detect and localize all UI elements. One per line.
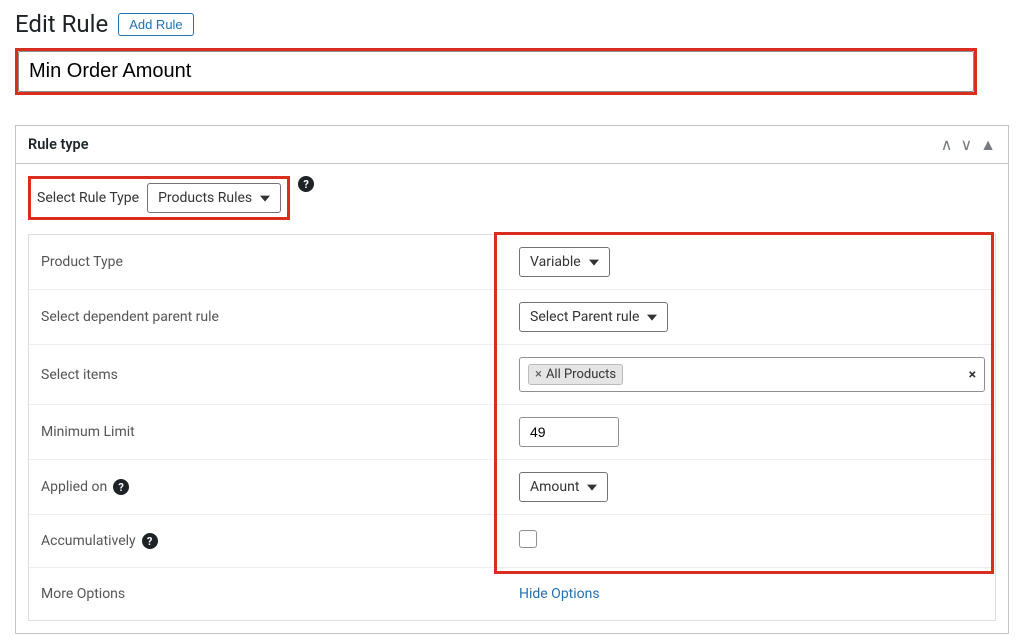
row-more-options: More Options Hide Options <box>29 568 995 620</box>
parent-rule-selected: Select Parent rule <box>530 309 639 325</box>
help-icon[interactable]: ? <box>142 533 158 549</box>
min-limit-input[interactable] <box>519 417 619 447</box>
label-more-options: More Options <box>29 568 509 620</box>
help-icon[interactable]: ? <box>113 479 129 495</box>
header-row: Edit Rule Add Rule <box>15 10 1009 38</box>
remove-tag-icon[interactable]: × <box>535 367 542 382</box>
tag-label: All Products <box>546 367 616 382</box>
row-accumulatively: Accumulatively ? <box>29 515 995 568</box>
product-type-select[interactable]: Variable <box>519 247 610 277</box>
rule-name-highlight <box>15 48 977 95</box>
applied-on-select[interactable]: Amount <box>519 472 608 502</box>
rule-type-label: Select Rule Type <box>37 190 139 206</box>
row-select-items: Select items × All Products × <box>29 345 995 405</box>
rule-type-selected: Products Rules <box>158 190 252 206</box>
panel-title: Rule type <box>28 136 89 153</box>
applied-on-selected: Amount <box>530 479 579 495</box>
item-tag: × All Products <box>528 364 623 385</box>
rule-type-highlight: Select Rule Type Products Rules <box>28 176 290 220</box>
rule-type-select[interactable]: Products Rules <box>147 183 281 213</box>
row-parent-rule: Select dependent parent rule Select Pare… <box>29 290 995 345</box>
items-tag-input[interactable]: × All Products × <box>519 357 985 392</box>
row-product-type: Product Type Variable <box>29 235 995 290</box>
rule-name-input[interactable] <box>18 51 974 92</box>
add-rule-button[interactable]: Add Rule <box>118 13 193 36</box>
help-icon[interactable]: ? <box>298 176 314 192</box>
clear-all-icon[interactable]: × <box>969 367 976 383</box>
label-accumulatively: Accumulatively ? <box>29 515 509 567</box>
panel-header: Rule type ∧ ∨ ▲ <box>16 126 1008 164</box>
panel-body: Select Rule Type Products Rules ? Produc… <box>16 164 1008 633</box>
label-min-limit: Minimum Limit <box>29 406 509 458</box>
product-type-selected: Variable <box>530 254 581 270</box>
move-down-icon[interactable]: ∨ <box>960 137 972 153</box>
row-applied-on: Applied on ? Amount <box>29 460 995 515</box>
label-select-items: Select items <box>29 349 509 401</box>
hide-options-link[interactable]: Hide Options <box>519 586 600 602</box>
label-parent-rule: Select dependent parent rule <box>29 291 509 343</box>
panel-controls: ∧ ∨ ▲ <box>941 137 996 153</box>
collapse-icon[interactable]: ▲ <box>980 137 996 153</box>
page-title: Edit Rule <box>15 10 108 38</box>
row-min-limit: Minimum Limit <box>29 405 995 460</box>
move-up-icon[interactable]: ∧ <box>941 137 953 153</box>
label-product-type: Product Type <box>29 236 509 288</box>
form-area: Product Type Variable Select dependent p… <box>28 234 996 621</box>
rule-type-panel: Rule type ∧ ∨ ▲ Select Rule Type Product… <box>15 125 1009 634</box>
parent-rule-select[interactable]: Select Parent rule <box>519 302 668 332</box>
accumulatively-checkbox[interactable] <box>519 530 537 548</box>
label-applied-on: Applied on ? <box>29 461 509 513</box>
